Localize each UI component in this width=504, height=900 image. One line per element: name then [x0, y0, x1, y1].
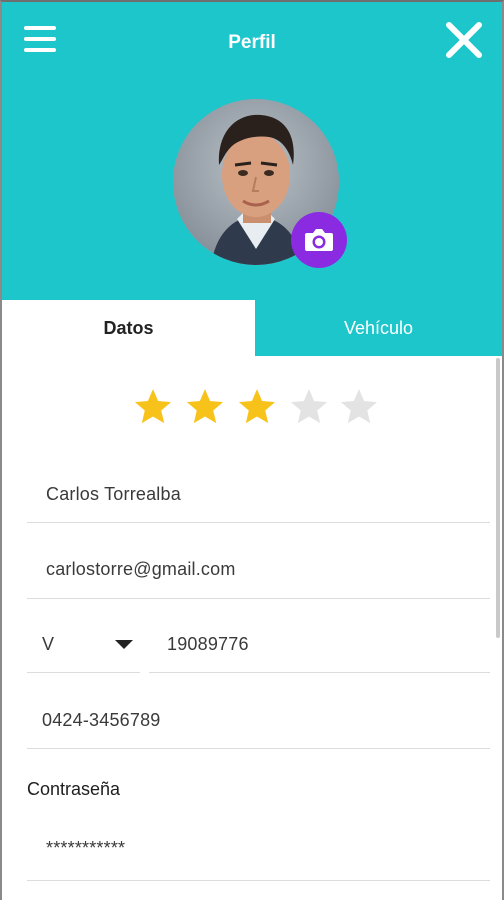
email-field[interactable]: carlostorre@gmail.com: [46, 559, 236, 580]
chevron-down-icon[interactable]: [115, 640, 133, 649]
phone-underline: [27, 748, 490, 749]
phone-field[interactable]: 0424-3456789: [42, 710, 161, 731]
menu-line: [24, 26, 56, 30]
change-photo-button[interactable]: [291, 212, 347, 268]
id-type-select[interactable]: V: [42, 634, 54, 655]
avatar-container: [173, 99, 347, 268]
tab-datos[interactable]: Datos: [2, 300, 255, 356]
camera-icon: [305, 229, 333, 251]
rating-stars: [2, 386, 502, 432]
profile-tabs: Datos Vehículo: [2, 300, 502, 356]
close-icon[interactable]: [444, 20, 484, 60]
name-underline: [27, 522, 490, 523]
password-field[interactable]: ***********: [46, 838, 125, 859]
star-filled-icon: [186, 389, 224, 424]
star-filled-icon: [238, 389, 276, 424]
id-number-field[interactable]: 19089776: [167, 634, 249, 655]
id-type-underline: [27, 672, 140, 673]
scrollbar[interactable]: [496, 358, 500, 638]
name-field[interactable]: Carlos Torrealba: [46, 484, 181, 505]
page-title: Perfil: [228, 32, 276, 53]
password-label: Contraseña: [27, 779, 121, 799]
profile-screen: Perfil Datos Vehículo Carlos Torrealba c…: [0, 0, 504, 900]
star-empty-icon: [290, 389, 328, 424]
password-underline: [27, 880, 490, 881]
star-filled-icon: [134, 389, 172, 424]
tab-vehiculo[interactable]: Vehículo: [255, 300, 502, 356]
email-underline: [27, 598, 490, 599]
profile-header: Perfil: [2, 2, 502, 300]
id-number-underline: [149, 672, 490, 673]
star-empty-icon: [340, 389, 378, 424]
